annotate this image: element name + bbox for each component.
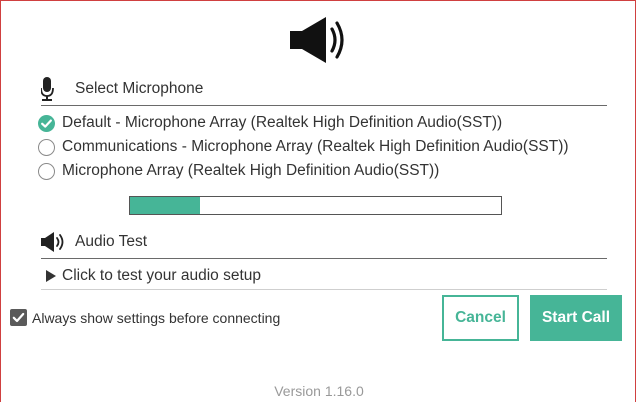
speaker-icon [41, 232, 64, 252]
microphone-icon [41, 77, 54, 101]
radio-unchecked-icon[interactable] [38, 162, 55, 180]
microphone-option-label: Default - Microphone Array (Realtek High… [62, 114, 503, 131]
microphone-option-default[interactable]: Default - Microphone Array (Realtek High… [38, 113, 502, 133]
test-audio-label: Click to test your audio setup [62, 267, 262, 284]
radio-unchecked-icon[interactable] [38, 138, 55, 156]
always-show-settings-label: Always show settings before connecting [32, 309, 281, 326]
select-microphone-title: Select Microphone [75, 80, 204, 97]
always-show-settings-toggle[interactable]: Always show settings before connecting [10, 309, 280, 326]
radio-checked-icon[interactable] [38, 114, 55, 132]
audio-test-title: Audio Test [75, 233, 148, 250]
microphone-level-meter [129, 196, 502, 215]
start-call-button[interactable]: Start Call [530, 295, 622, 341]
microphone-level-fill [130, 197, 201, 214]
version-label: Version 1.16.0 [274, 383, 364, 399]
speaker-icon [290, 17, 344, 63]
play-icon [46, 270, 56, 282]
checkbox-checked-icon[interactable] [10, 309, 27, 326]
test-audio-link[interactable]: Click to test your audio setup [46, 267, 261, 285]
audio-test-header: Audio Test [41, 230, 607, 259]
select-microphone-header: Select Microphone [41, 77, 607, 106]
microphone-option-communications[interactable]: Communications - Microphone Array (Realt… [38, 137, 569, 157]
divider [41, 289, 607, 290]
microphone-option-label: Communications - Microphone Array (Realt… [62, 138, 569, 155]
cancel-button[interactable]: Cancel [442, 295, 519, 341]
microphone-option-array[interactable]: Microphone Array (Realtek High Definitio… [38, 161, 439, 181]
audio-settings-dialog: Select Microphone Default - Microphone A… [0, 0, 636, 402]
microphone-option-label: Microphone Array (Realtek High Definitio… [62, 162, 440, 179]
